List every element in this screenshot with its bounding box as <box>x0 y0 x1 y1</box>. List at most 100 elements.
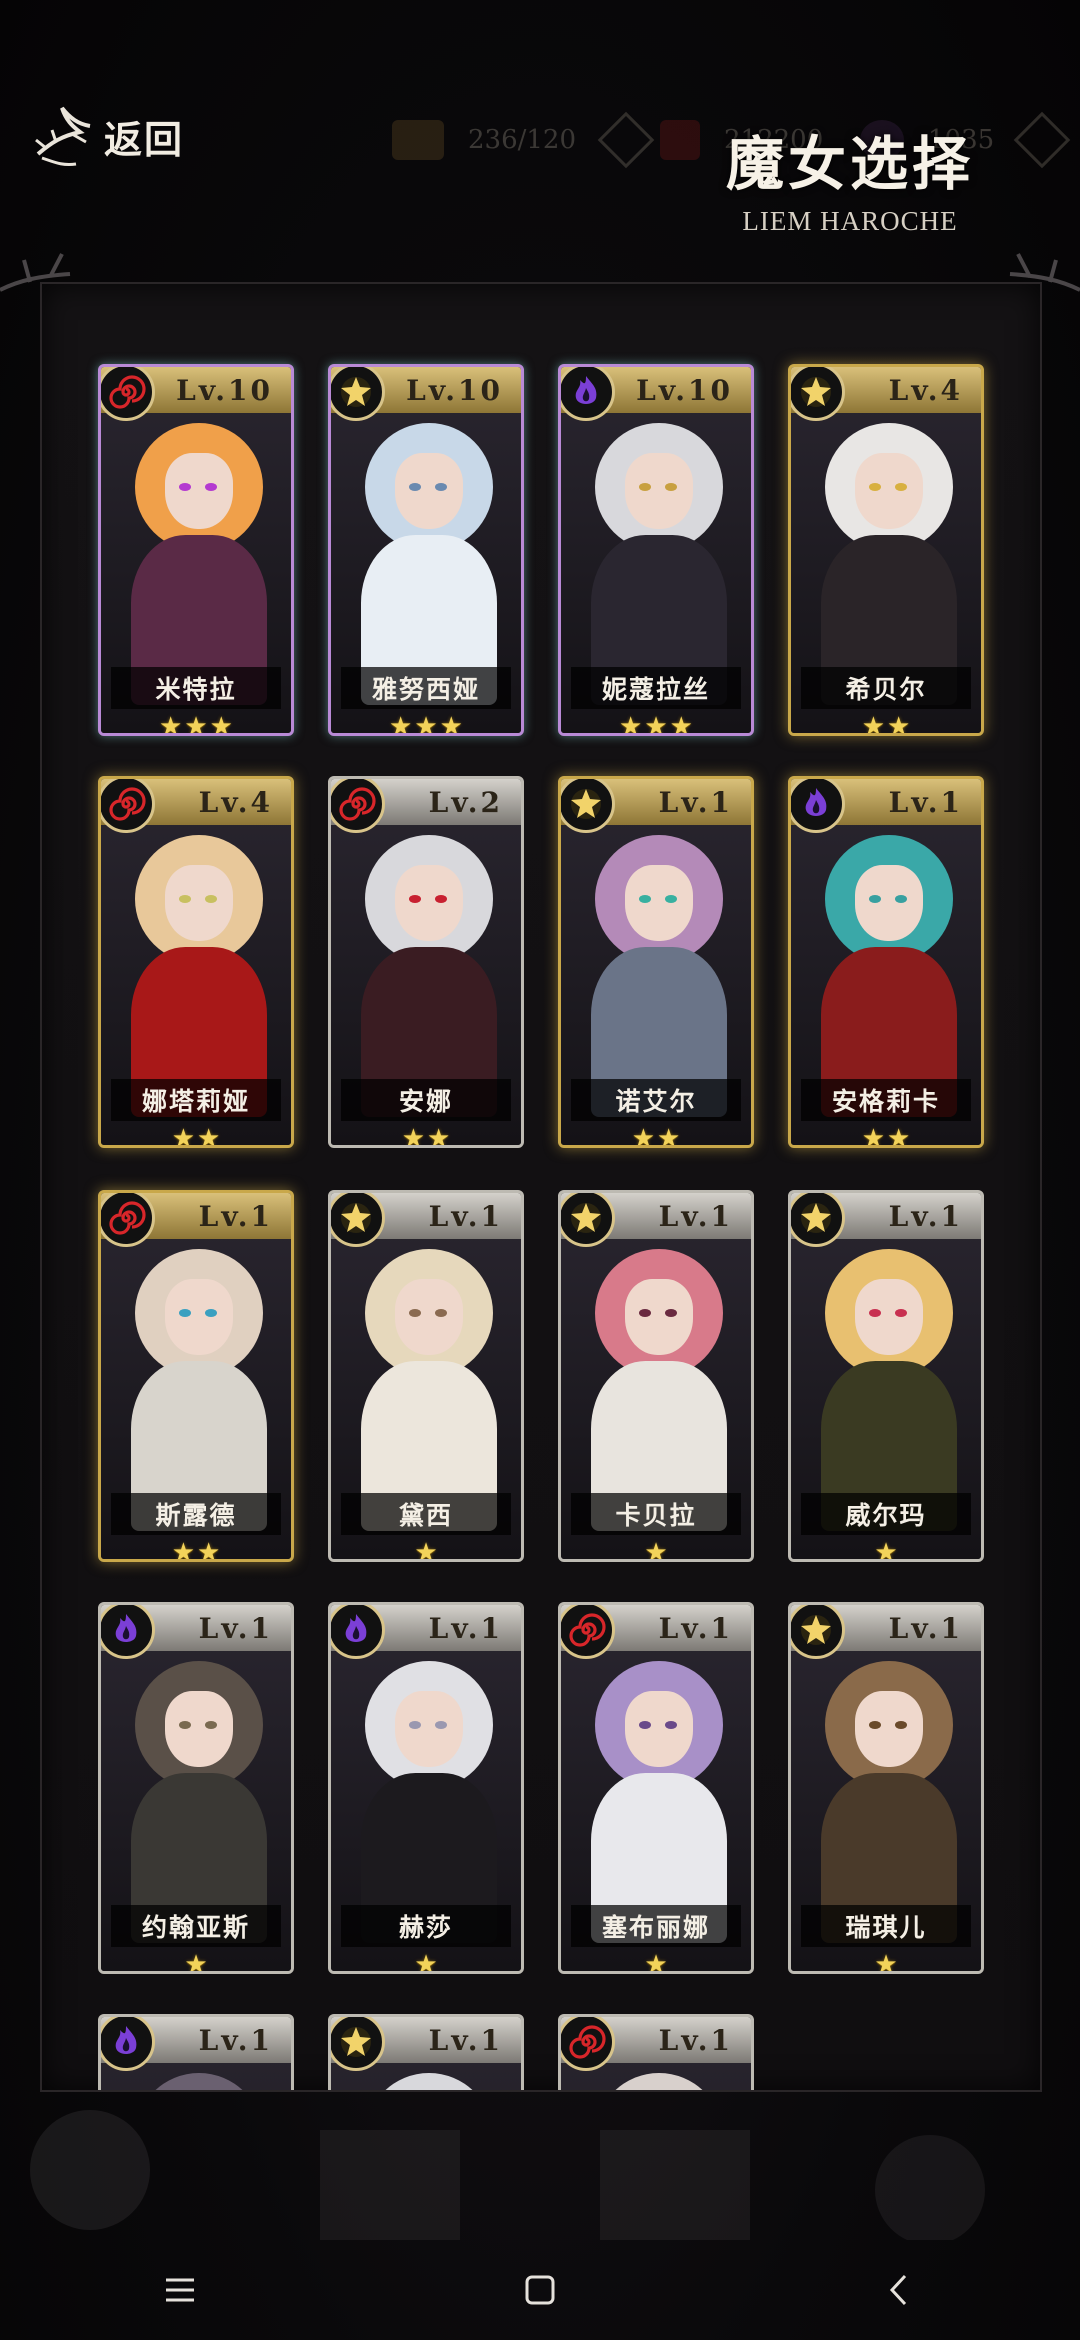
name-bar: 威尔玛 <box>801 1493 971 1535</box>
star-rating: ★ ★ <box>791 712 981 736</box>
witch-card[interactable]: Lv.1 黛西 ★ <box>328 1190 524 1562</box>
star-icon: ★ <box>887 712 911 736</box>
card-level: Lv.1 <box>888 1199 963 1233</box>
witch-card[interactable]: Lv.1 安格莉卡 ★ ★ <box>788 776 984 1148</box>
card-level: Lv.10 <box>406 373 503 407</box>
card-level: Lv.1 <box>198 1199 273 1233</box>
red-spiral-icon <box>561 1605 615 1659</box>
witch-card[interactable]: Lv.4 娜塔莉娅 ★ ★ <box>98 776 294 1148</box>
witch-card[interactable]: Lv.1 <box>558 2014 754 2090</box>
witch-name: 赫莎 <box>398 1913 453 1942</box>
star-rating: ★ ★ <box>561 1125 751 1145</box>
star-rating: ★ ★ ★ <box>331 712 521 736</box>
recent-apps-button[interactable] <box>120 2250 240 2330</box>
name-bar: 安格莉卡 <box>801 1079 971 1121</box>
back-button[interactable]: 返回 <box>32 96 202 176</box>
star-icon: ★ <box>389 712 413 736</box>
light-star-icon <box>331 1193 385 1247</box>
witch-card[interactable]: Lv.1 诺艾尔 ★ ★ <box>558 776 754 1148</box>
card-level: Lv.10 <box>636 373 733 407</box>
witch-name: 安格莉卡 <box>831 1087 940 1116</box>
card-level: Lv.10 <box>176 373 273 407</box>
star-rating: ★ <box>791 1539 981 1559</box>
star-rating: ★ <box>331 1951 521 1971</box>
star-icon: ★ <box>184 1950 208 1974</box>
name-bar: 瑞琪儿 <box>801 1905 971 1947</box>
witch-card[interactable]: Lv.1 约翰亚斯 ★ <box>98 1602 294 1974</box>
page-title: 魔女选择 <box>725 130 974 198</box>
system-navigation-bar <box>0 2240 1080 2340</box>
card-level: Lv.1 <box>198 2023 273 2057</box>
star-rating: ★ ★ ★ <box>101 712 291 736</box>
witch-name: 塞布丽娜 <box>601 1913 710 1942</box>
witch-name: 卡贝拉 <box>615 1501 697 1530</box>
star-icon: ★ <box>197 1538 221 1562</box>
light-star-icon <box>791 1193 845 1247</box>
witch-card[interactable]: Lv.4 希贝尔 ★ ★ <box>788 364 984 736</box>
light-star-icon <box>791 1605 845 1659</box>
star-icon: ★ <box>209 712 233 736</box>
light-star-icon <box>331 367 385 421</box>
plus-icon <box>597 111 655 169</box>
star-rating: ★ ★ ★ <box>561 712 751 736</box>
star-icon: ★ <box>619 712 643 736</box>
star-rating: ★ <box>101 1950 291 1974</box>
star-rating: ★ <box>331 1538 521 1562</box>
plus-icon <box>1013 111 1071 169</box>
star-icon: ★ <box>171 1538 195 1562</box>
card-level: Lv.1 <box>428 2023 503 2057</box>
card-level: Lv.1 <box>888 785 963 819</box>
witch-card[interactable]: Lv.10 米特拉 ★ ★ ★ <box>98 364 294 736</box>
card-level: Lv.1 <box>658 1199 733 1233</box>
star-icon: ★ <box>159 712 183 736</box>
star-rating: ★ <box>791 1951 981 1971</box>
card-level: Lv.4 <box>198 785 273 819</box>
red-spiral-icon <box>331 779 385 833</box>
star-icon: ★ <box>197 1124 221 1148</box>
witch-card[interactable]: Lv.1 塞布丽娜 ★ <box>558 1602 754 1974</box>
witch-name: 妮蔻拉丝 <box>601 675 710 704</box>
system-back-button[interactable] <box>840 2250 960 2330</box>
witch-card-panel[interactable]: Lv.10 米特拉 ★ ★ ★ Lv.10 雅努西娅 ★ ★ ★ Lv.10 妮蔻拉丝 ★ ★ ★ Lv.4 希… <box>40 282 1042 2092</box>
witch-card[interactable]: Lv.1 斯露德 ★ ★ <box>98 1190 294 1562</box>
witch-card[interactable]: Lv.10 妮蔻拉丝 ★ ★ ★ <box>558 364 754 736</box>
thorn-branch-icon <box>35 106 91 166</box>
purple-flame-icon <box>331 1605 385 1659</box>
purple-flame-icon <box>791 779 845 833</box>
witch-card[interactable]: Lv.1 瑞琪儿 ★ <box>788 1602 984 1974</box>
resource-cards-value: 236/120 <box>468 125 577 155</box>
name-bar: 妮蔻拉丝 <box>571 667 741 709</box>
witch-card[interactable]: Lv.1 威尔玛 ★ <box>788 1190 984 1562</box>
star-icon: ★ <box>427 1124 451 1148</box>
star-icon: ★ <box>401 1124 425 1148</box>
card-level: Lv.1 <box>888 1611 963 1645</box>
menu-lines-icon <box>166 2278 194 2302</box>
star-icon: ★ <box>171 1124 195 1148</box>
name-bar: 米特拉 <box>111 667 281 709</box>
card-level: Lv.1 <box>658 1611 733 1645</box>
witch-name: 米特拉 <box>155 675 237 704</box>
home-square-icon <box>525 2275 555 2305</box>
home-button[interactable] <box>480 2250 600 2330</box>
witch-card[interactable]: Lv.2 安娜 ★ ★ <box>328 776 524 1148</box>
name-bar: 斯露德 <box>111 1493 281 1535</box>
witch-card[interactable]: Lv.1 卡贝拉 ★ <box>558 1190 754 1562</box>
star-icon: ★ <box>861 712 885 736</box>
back-chevron-icon <box>889 2274 907 2306</box>
star-rating: ★ ★ <box>791 1125 981 1145</box>
witch-card[interactable]: Lv.1 <box>98 2014 294 2090</box>
witch-name: 威尔玛 <box>845 1501 927 1530</box>
star-icon: ★ <box>414 1538 438 1562</box>
back-label: 返回 <box>104 116 185 162</box>
name-bar: 娜塔莉娅 <box>111 1079 281 1121</box>
witch-name: 希贝尔 <box>845 675 927 704</box>
purple-flame-icon <box>561 367 615 421</box>
witch-card[interactable]: Lv.1 赫莎 ★ <box>328 1602 524 1974</box>
resource-gem-add <box>1004 111 1071 169</box>
red-spiral-icon <box>101 1193 155 1247</box>
star-icon: ★ <box>184 712 208 736</box>
witch-name: 雅努西娅 <box>371 675 480 704</box>
witch-card[interactable]: Lv.1 <box>328 2014 524 2090</box>
witch-card[interactable]: Lv.10 雅努西娅 ★ ★ ★ <box>328 364 524 736</box>
card-level: Lv.1 <box>198 1611 273 1645</box>
